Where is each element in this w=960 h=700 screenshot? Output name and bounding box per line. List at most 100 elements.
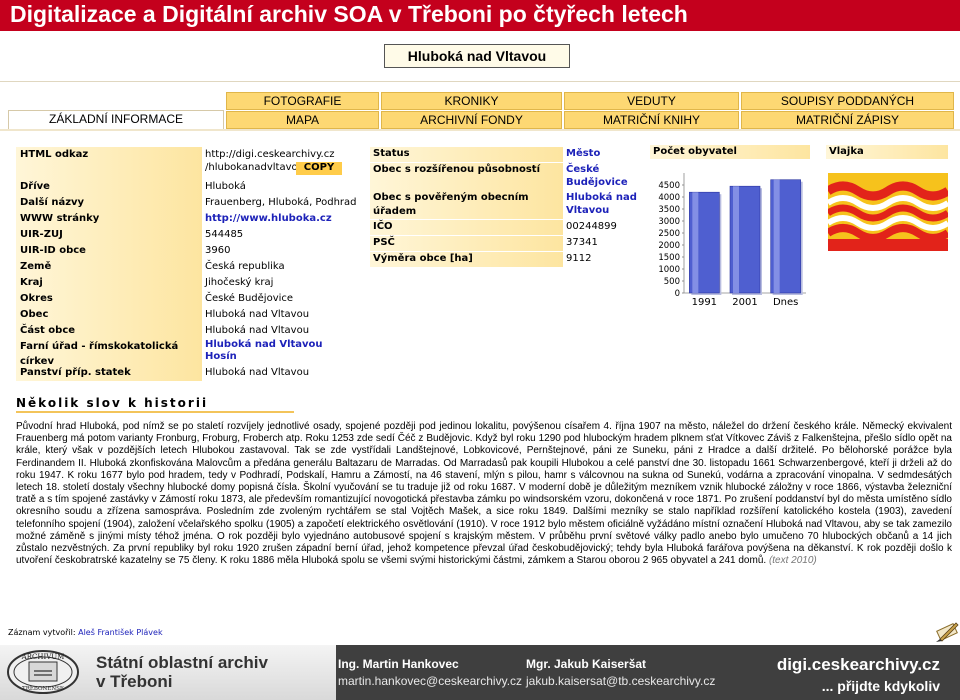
parish-value: Hluboká nad Vltavou Hosín <box>204 339 358 365</box>
status-row-ext: Obec s rozšířenou působností České Buděj… <box>370 163 642 191</box>
parish-link-1[interactable]: Hluboká nad Vltavou <box>205 339 323 350</box>
header-divider <box>0 81 960 82</box>
info-row: Obec Hluboká nad Vltavou <box>16 307 358 323</box>
auth-link-2[interactable]: Vltavou <box>566 205 609 216</box>
info-label: Země <box>16 259 202 275</box>
status-row-ico: IČO 00244899 <box>370 220 642 235</box>
creator-link[interactable]: Aleš František Plávek <box>78 628 162 637</box>
status-label: Obec s rozšířenou působností <box>370 163 563 191</box>
website-slogan: ... přijdte kdykoliv <box>821 678 940 694</box>
y-tick-label: 1500 <box>658 253 680 263</box>
ico-value: 00244899 <box>566 221 617 232</box>
info-label: Část obce <box>16 323 202 339</box>
info-row-html-link: HTML odkaz http://digi.ceskearchivy.cz /… <box>16 147 358 179</box>
ext-value: České Budějovice <box>566 163 642 191</box>
history-heading: Několik slov k historii <box>16 396 209 410</box>
tab-soupisy-poddanych[interactable]: SOUPISY PODDANÝCH <box>741 92 954 110</box>
info-row-estate: Panství příp. statek Hluboká nad Vltavou <box>16 365 358 381</box>
tab-matricni-zapisy[interactable]: MATRIČNÍ ZÁPISY <box>741 111 954 129</box>
organization-name: Státní oblastní archiv v Třeboni <box>96 653 268 691</box>
y-tick-label: 4000 <box>658 193 680 203</box>
place-name-title: Hluboká nad Vltavou <box>384 44 570 68</box>
ext-link-1[interactable]: České <box>566 164 599 175</box>
x-tick-label: Dnes <box>773 297 798 308</box>
flag-icon <box>828 173 948 251</box>
psc-value: 37341 <box>566 237 598 248</box>
website-block: digi.ceskearchivy.cz ... přijdte kdykoli… <box>777 655 940 694</box>
info-row: Kraj Jihočeský kraj <box>16 275 358 291</box>
tab-fotografie[interactable]: FOTOGRAFIE <box>226 92 379 110</box>
person1-name: Ing. Martin Hankovec <box>338 657 459 671</box>
info-value: Hluboká nad Vltavou <box>205 309 310 320</box>
bar-highlight <box>773 179 780 293</box>
status-row: Status Město <box>370 147 642 162</box>
website-url[interactable]: digi.ceskearchivy.cz <box>777 655 940 675</box>
info-row: WWW stránky http://www.hluboka.cz <box>16 211 358 227</box>
info-label: HTML odkaz <box>16 147 202 179</box>
history-underline <box>16 411 294 413</box>
creator-line: Záznam vytvořil: Aleš František Plávek <box>8 628 163 637</box>
info-label: Obec <box>16 307 202 323</box>
info-row: UIR-ZUJ 544485 <box>16 227 358 243</box>
contact-person-2: Mgr. Jakub Kaiseršat jakub.kaisersat@tb.… <box>526 657 715 688</box>
org-line1: Státní oblastní archiv <box>96 653 268 672</box>
population-heading: Počet obyvatel <box>650 145 810 159</box>
footer-light-area: ARCHIVUM TREBONENSE Státní oblastní arch… <box>0 645 336 700</box>
status-label: Výměra obce [ha] <box>370 252 563 267</box>
status-link[interactable]: Město <box>566 148 600 159</box>
info-row: Okres České Budějovice <box>16 291 358 307</box>
history-text: Původní hrad Hluboká, pod nímž se po sta… <box>16 421 952 567</box>
y-tick-label: 3000 <box>658 217 680 227</box>
bar-highlight <box>692 192 699 293</box>
person1-email[interactable]: martin.hankovec@ceskearchivy.cz <box>338 674 522 688</box>
archive-page: Hluboká nad Vltavou FOTOGRAFIE KRONIKY V… <box>0 31 960 651</box>
info-row: Část obce Hluboká nad Vltavou <box>16 323 358 339</box>
tab-veduty[interactable]: VEDUTY <box>564 92 739 110</box>
tab-kroniky[interactable]: KRONIKY <box>381 92 562 110</box>
footer-banner: ARCHIVUM TREBONENSE Státní oblastní arch… <box>0 645 960 700</box>
info-label: UIR-ZUJ <box>16 227 202 243</box>
y-tick-label: 4500 <box>658 181 680 191</box>
info-label: Další názvy <box>16 195 202 211</box>
area-value: 9112 <box>566 253 592 264</box>
info-value: Česká republika <box>205 261 285 272</box>
ext-link-2[interactable]: Budějovice <box>566 177 628 188</box>
info-row-parish: Farní úřad - římskokatolická církev Hlub… <box>16 339 358 367</box>
history-note: (text 2010) <box>768 555 817 567</box>
population-chart: 0 500 1000 1500 2000 2500 3000 3500 4000 4500 1991… <box>658 173 806 308</box>
info-label: Okres <box>16 291 202 307</box>
y-tick-label: 1000 <box>658 265 680 275</box>
y-tick-label: 500 <box>664 277 680 287</box>
auth-value: Hluboká nad Vltavou <box>566 191 642 219</box>
info-label: Kraj <box>16 275 202 291</box>
person2-email[interactable]: jakub.kaisersat@tb.ceskearchivy.cz <box>526 674 715 688</box>
www-link[interactable]: http://www.hluboka.cz <box>205 213 332 224</box>
info-row: Další názvy Frauenberg, Hluboká, Podhrad <box>16 195 358 211</box>
info-row: UIR-ID obce 3960 <box>16 243 358 259</box>
seal-bottom-text: TREBONENSE <box>22 686 64 692</box>
archive-seal-icon: ARCHIVUM TREBONENSE <box>7 650 79 694</box>
copy-button[interactable]: COPY <box>296 162 342 175</box>
info-row: Dříve Hluboká <box>16 179 358 195</box>
info-label: WWW stránky <box>16 211 202 227</box>
tab-mapa[interactable]: MAPA <box>226 111 379 129</box>
info-value: Jihočeský kraj <box>205 277 274 288</box>
status-value: Město <box>566 147 642 162</box>
info-value: České Budějovice <box>205 293 294 304</box>
info-value: 3960 <box>205 245 231 256</box>
info-label: Panství příp. statek <box>16 365 202 381</box>
y-tick-label: 2500 <box>658 229 680 239</box>
info-value: 544485 <box>205 229 244 240</box>
parish-link-2[interactable]: Hosín <box>205 351 237 362</box>
history-paragraph: Původní hrad Hluboká, pod nímž se po sta… <box>16 421 952 567</box>
tab-zakladni-informace[interactable]: ZÁKLADNÍ INFORMACE <box>8 110 224 130</box>
x-tick-label: 1991 <box>692 297 717 308</box>
tab-archivni-fondy[interactable]: ARCHIVNÍ FONDY <box>381 111 562 129</box>
status-label: IČO <box>370 220 563 235</box>
quill-icon[interactable] <box>934 619 960 643</box>
auth-link-1[interactable]: Hluboká nad <box>566 192 637 203</box>
status-label: Obec s pověřeným obecním úřadem <box>370 191 563 219</box>
footer-dark-area: Ing. Martin Hankovec martin.hankovec@ces… <box>336 645 960 700</box>
info-label: UIR-ID obce <box>16 243 202 259</box>
tab-matricni-knihy[interactable]: MATRIČNÍ KNIHY <box>564 111 739 129</box>
